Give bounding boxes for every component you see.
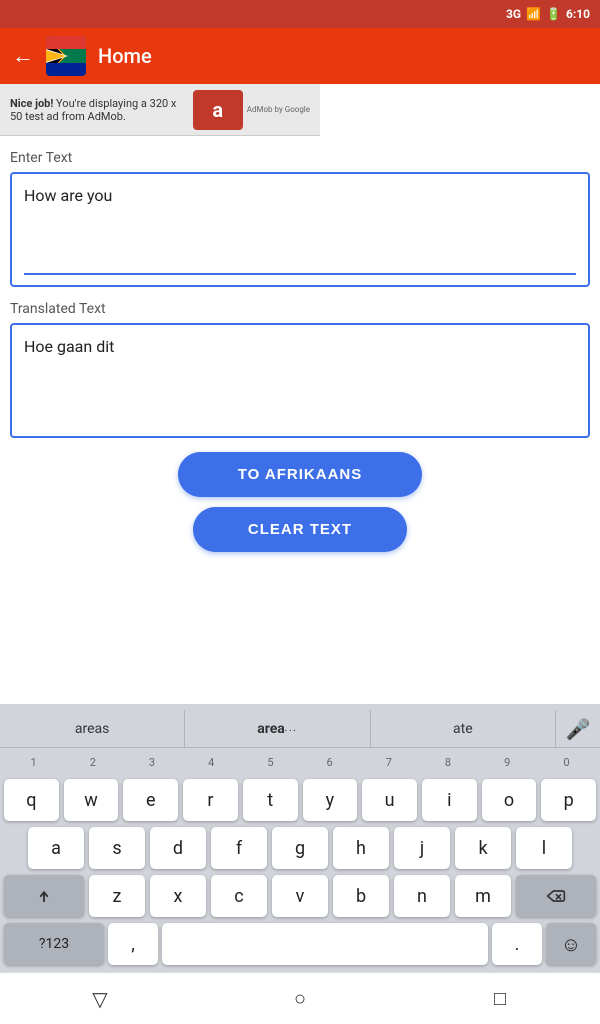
num-2: 2 xyxy=(63,756,122,769)
battery-icon: 🔋 xyxy=(546,7,561,21)
key-m[interactable]: m xyxy=(455,875,511,917)
time-display: 6:10 xyxy=(566,7,590,21)
key-o[interactable]: o xyxy=(482,779,537,821)
key-h[interactable]: h xyxy=(333,827,389,869)
enter-text-label: Enter Text xyxy=(10,150,590,166)
translated-text-box[interactable]: Hoe gaan dit xyxy=(10,323,590,438)
cursor-line xyxy=(24,273,576,275)
signal-bars: 📶 xyxy=(526,7,541,21)
suggestion-areas[interactable]: areas xyxy=(0,710,185,747)
ad-bold-text: Nice job! xyxy=(10,97,53,110)
key-q[interactable]: q xyxy=(4,779,59,821)
backspace-key[interactable] xyxy=(516,875,596,917)
input-text-content: How are you xyxy=(24,186,112,205)
num-3: 3 xyxy=(122,756,181,769)
num-8: 8 xyxy=(418,756,477,769)
key-t[interactable]: t xyxy=(243,779,298,821)
key-y[interactable]: y xyxy=(303,779,358,821)
key-b[interactable]: b xyxy=(333,875,389,917)
nav-home-button[interactable]: ○ xyxy=(270,973,330,1024)
key-i[interactable]: i xyxy=(422,779,477,821)
key-a[interactable]: a xyxy=(28,827,84,869)
key-row-1: q w e r t y u i o p xyxy=(0,776,600,824)
key-row-3: z x c v b n m xyxy=(0,872,600,920)
key-e[interactable]: e xyxy=(123,779,178,821)
signal-icon: 3G xyxy=(506,7,521,21)
num-1: 1 xyxy=(4,756,63,769)
admob-by-text: AdMob by Google xyxy=(247,105,310,114)
status-bar: 3G 📶 🔋 6:10 xyxy=(0,0,600,28)
clear-text-button[interactable]: CLEAR TEXT xyxy=(193,507,407,552)
main-content: Enter Text How are you Translated Text H… xyxy=(0,136,600,572)
key-g[interactable]: g xyxy=(272,827,328,869)
suggestion-dots: ... xyxy=(285,725,298,733)
nav-recent-button[interactable]: □ xyxy=(470,973,530,1024)
suggestion-ate[interactable]: ate xyxy=(371,710,556,747)
keyboard: areas area ... ate 🎤 1 2 3 4 5 6 7 8 9 0… xyxy=(0,704,600,972)
translated-text-label: Translated Text xyxy=(10,301,590,317)
app-bar: ← Home xyxy=(0,28,600,84)
suggestion-area[interactable]: area ... xyxy=(185,710,370,747)
key-v[interactable]: v xyxy=(272,875,328,917)
spacebar-key[interactable] xyxy=(162,923,488,965)
admob-logo: a xyxy=(193,90,243,130)
num-7: 7 xyxy=(359,756,418,769)
key-k[interactable]: k xyxy=(455,827,511,869)
ad-text: Nice job! You're displaying a 320 x 50 t… xyxy=(10,97,185,123)
num-6: 6 xyxy=(300,756,359,769)
key-d[interactable]: d xyxy=(150,827,206,869)
key-row-2: a s d f g h j k l xyxy=(0,824,600,872)
to-afrikaans-button[interactable]: TO AFRIKAANS xyxy=(178,452,423,497)
status-icons: 3G 📶 🔋 6:10 xyxy=(506,7,590,21)
key-r[interactable]: r xyxy=(183,779,238,821)
num-4: 4 xyxy=(182,756,241,769)
action-buttons: TO AFRIKAANS CLEAR TEXT xyxy=(10,452,590,552)
flag-icon xyxy=(46,36,86,76)
number-row: 1 2 3 4 5 6 7 8 9 0 xyxy=(0,748,600,776)
key-x[interactable]: x xyxy=(150,875,206,917)
app-title: Home xyxy=(98,44,152,68)
key-j[interactable]: j xyxy=(394,827,450,869)
num-9: 9 xyxy=(478,756,537,769)
ad-banner: Nice job! You're displaying a 320 x 50 t… xyxy=(0,84,320,136)
emoji-key[interactable]: ☺ xyxy=(546,923,596,965)
suggestions-row: areas area ... ate 🎤 xyxy=(0,710,600,748)
key-p[interactable]: p xyxy=(541,779,596,821)
nav-back-button[interactable]: ▽ xyxy=(70,973,130,1024)
translated-text-content: Hoe gaan dit xyxy=(24,337,114,356)
num-0: 0 xyxy=(537,756,596,769)
key-u[interactable]: u xyxy=(362,779,417,821)
mic-button[interactable]: 🎤 xyxy=(556,717,600,741)
nav-bar: ▽ ○ □ xyxy=(0,972,600,1024)
key-l[interactable]: l xyxy=(516,827,572,869)
key-row-bottom: ?123 , . ☺ xyxy=(0,920,600,968)
key-f[interactable]: f xyxy=(211,827,267,869)
period-key[interactable]: . xyxy=(492,923,542,965)
key-n[interactable]: n xyxy=(394,875,450,917)
comma-key[interactable]: , xyxy=(108,923,158,965)
numeric-switch-key[interactable]: ?123 xyxy=(4,923,104,965)
num-5: 5 xyxy=(241,756,300,769)
key-w[interactable]: w xyxy=(64,779,119,821)
input-text-box[interactable]: How are you xyxy=(10,172,590,287)
key-z[interactable]: z xyxy=(89,875,145,917)
key-c[interactable]: c xyxy=(211,875,267,917)
shift-key[interactable] xyxy=(4,875,84,917)
back-button[interactable]: ← xyxy=(12,43,34,69)
key-s[interactable]: s xyxy=(89,827,145,869)
